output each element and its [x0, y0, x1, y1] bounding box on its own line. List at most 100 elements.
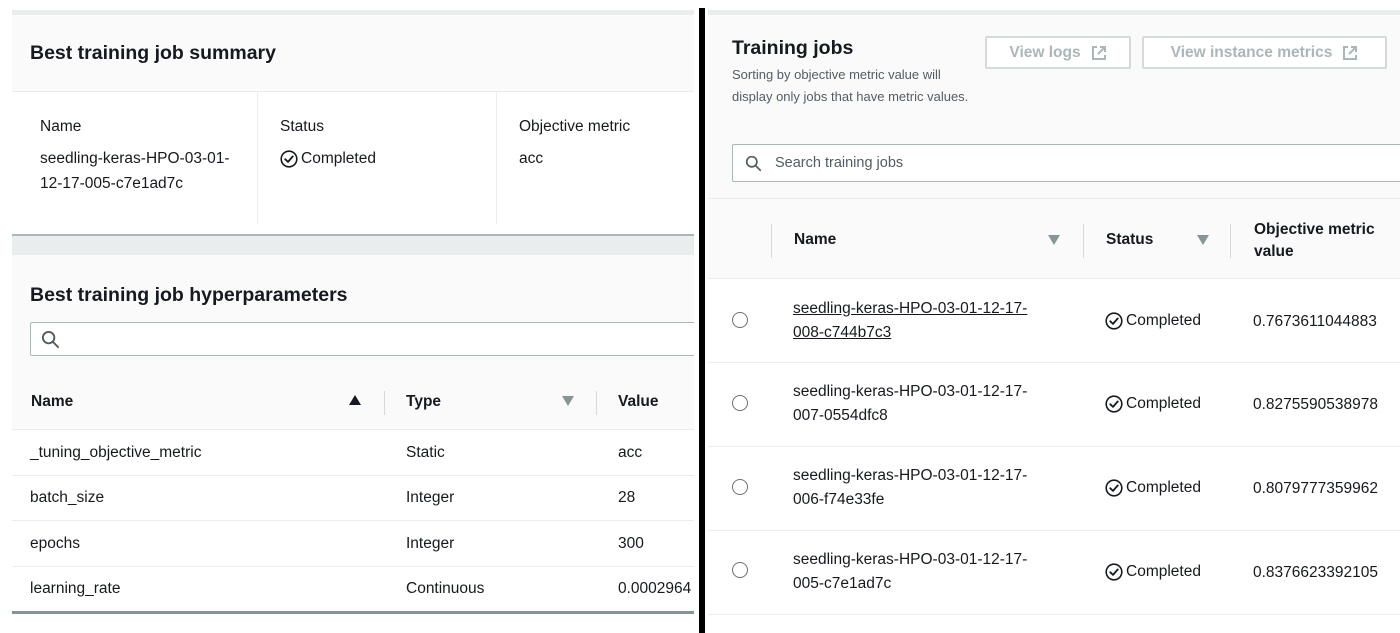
column-divider[interactable]	[596, 391, 597, 415]
hp-value-cell: 300	[618, 534, 644, 552]
training-jobs-header: Training jobs Sorting by objective metri…	[708, 15, 1400, 198]
table-row[interactable]: seedling-keras-HPO-03-01-12-17- 005-c7e1…	[708, 531, 1400, 615]
training-jobs-description: Sorting by objective metric value will d…	[732, 67, 969, 104]
check-circle-icon	[1105, 479, 1123, 497]
column-header-objective-metric[interactable]: Objective metric value	[1254, 219, 1394, 263]
training-job-link[interactable]: seedling-keras-HPO-03-01-12-17- 007-0554…	[793, 380, 1063, 428]
caret-down-icon[interactable]	[1197, 235, 1209, 245]
column-header-type-label: Type	[406, 392, 442, 410]
external-link-icon	[1343, 45, 1358, 60]
summary-name-label: Name	[40, 118, 82, 135]
row-select-radio[interactable]	[732, 395, 748, 411]
status-text: Completed	[1126, 395, 1201, 412]
summary-status-label: Status	[280, 118, 324, 135]
objective-metric-value: 0.8079777359962	[1253, 480, 1378, 497]
table-row: epochs Integer 300	[12, 521, 694, 567]
hp-value-cell: 0.0002964	[618, 580, 692, 597]
caret-up-icon[interactable]	[349, 395, 361, 405]
status-cell: Completed	[1105, 395, 1201, 413]
search-icon	[41, 330, 60, 349]
training-job-link[interactable]: seedling-keras-HPO-03-01-12-17- 008-c744…	[793, 297, 1063, 345]
column-header-name[interactable]: Name	[31, 373, 365, 430]
hyperparameters-search-input[interactable]	[30, 322, 694, 356]
check-circle-icon	[1105, 563, 1123, 581]
column-divider[interactable]	[1083, 224, 1084, 258]
caret-down-icon[interactable]	[562, 396, 574, 406]
view-logs-label: View logs	[1009, 43, 1081, 61]
hp-type-cell: Integer	[406, 534, 455, 552]
training-job-name-line2: 006-f74e33fe	[793, 491, 885, 508]
search-icon	[745, 155, 762, 172]
summary-metric-label: Objective metric	[519, 118, 631, 135]
column-divider[interactable]	[771, 224, 772, 258]
left-panel: Best training job summary Name seedling-…	[0, 0, 694, 633]
row-select-radio[interactable]	[732, 479, 748, 495]
hyperparameters-title: Best training job hyperparameters	[30, 284, 348, 306]
training-job-name-line2: 007-0554dfc8	[793, 407, 888, 424]
right-panel: Training jobs Sorting by objective metri…	[708, 0, 1400, 633]
table-row: learning_rate Continuous 0.0002964	[12, 567, 694, 613]
status-text: Completed	[1126, 479, 1201, 496]
summary-name-value: seedling-keras-HPO-03-01-12-17-005-c7e1a…	[40, 150, 230, 192]
objective-metric-value: 0.7673611044883	[1253, 313, 1377, 330]
section-separator	[12, 234, 694, 255]
training-job-name-line1: seedling-keras-HPO-03-01-12-17-	[793, 551, 1028, 568]
column-divider[interactable]	[1230, 224, 1231, 258]
status-text: Completed	[1126, 563, 1201, 580]
status-cell: Completed	[1105, 312, 1201, 330]
check-circle-icon	[280, 149, 298, 168]
summary-name-column: Name seedling-keras-HPO-03-01-12-17-005-…	[12, 92, 258, 224]
table-row: _tuning_objective_metric Static acc	[12, 430, 694, 476]
hp-type-cell: Static	[406, 443, 445, 461]
summary-status-value: Completed	[280, 146, 376, 176]
table-row[interactable]: seedling-keras-HPO-03-01-12-17- 006-f74e…	[708, 447, 1400, 531]
training-jobs-search-input[interactable]: Search training jobs	[732, 144, 1400, 182]
column-header-type[interactable]: Type	[406, 373, 576, 430]
hp-name-cell: learning_rate	[30, 580, 121, 597]
hp-name-cell: batch_size	[30, 489, 105, 506]
table-row[interactable]: seedling-keras-HPO-03-01-12-17- 008-c744…	[708, 279, 1400, 363]
summary-header: Best training job summary	[12, 15, 694, 92]
summary-metric-column: Objective metric acc	[497, 92, 694, 224]
training-jobs-table-header: Name Status Objective metric value	[708, 198, 1400, 279]
column-header-status[interactable]: Status	[1106, 231, 1153, 249]
hp-type-cell: Integer	[406, 489, 455, 506]
column-divider[interactable]	[384, 391, 385, 415]
hyperparameters-table-header: Name Type Value	[12, 373, 694, 430]
panel-divider	[699, 8, 705, 633]
training-job-link[interactable]: seedling-keras-HPO-03-01-12-17- 006-f74e…	[793, 464, 1063, 512]
row-select-radio[interactable]	[732, 312, 748, 328]
hyperparameters-table: Name Type Value _tuning_objective_metric…	[12, 373, 694, 612]
view-instance-metrics-label: View instance metrics	[1170, 43, 1333, 61]
caret-down-icon[interactable]	[1048, 235, 1060, 245]
status-text: Completed	[1126, 312, 1201, 329]
hp-value-cell: 28	[618, 489, 636, 506]
summary-status-text: Completed	[301, 150, 376, 167]
training-job-name-line1: seedling-keras-HPO-03-01-12-17-	[793, 300, 1028, 317]
view-logs-button[interactable]: View logs	[985, 36, 1131, 69]
column-header-objective-metric-line1: Objective metric	[1254, 221, 1375, 238]
summary-title: Best training job summary	[30, 42, 276, 64]
table-bottom-rule	[12, 611, 694, 614]
column-header-objective-metric-line2: value	[1254, 243, 1294, 260]
training-job-name-line1: seedling-keras-HPO-03-01-12-17-	[793, 467, 1028, 484]
summary-metric-value: acc	[519, 150, 544, 167]
column-header-name-label: Name	[31, 392, 74, 410]
status-cell: Completed	[1105, 479, 1201, 497]
hp-value-cell: acc	[618, 443, 643, 461]
objective-metric-value: 0.8376623392105	[1253, 564, 1378, 581]
training-job-name-line2: 008-c744b7c3	[793, 324, 892, 341]
view-instance-metrics-button[interactable]: View instance metrics	[1142, 36, 1387, 69]
column-header-name[interactable]: Name	[794, 231, 836, 249]
search-placeholder: Search training jobs	[775, 155, 904, 171]
hyperparameters-header: Best training job hyperparameters	[12, 255, 694, 373]
hp-name-cell: epochs	[30, 534, 80, 552]
column-header-value[interactable]: Value	[618, 373, 694, 430]
training-job-link[interactable]: seedling-keras-HPO-03-01-12-17- 005-c7e1…	[793, 548, 1063, 596]
hp-type-cell: Continuous	[406, 580, 485, 597]
check-circle-icon	[1105, 395, 1123, 413]
table-row: batch_size Integer 28	[12, 476, 694, 521]
table-row[interactable]: seedling-keras-HPO-03-01-12-17- 007-0554…	[708, 363, 1400, 447]
row-select-radio[interactable]	[732, 562, 748, 578]
status-cell: Completed	[1105, 563, 1201, 581]
